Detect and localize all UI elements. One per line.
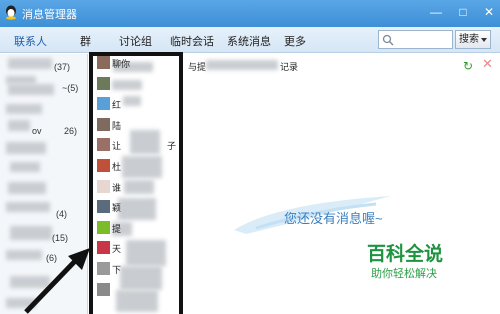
search-icon <box>382 34 394 46</box>
tab-system-messages[interactable]: 系统消息 <box>227 33 271 49</box>
window-title: 消息管理器 <box>22 9 77 21</box>
group-count: (4) <box>56 209 67 219</box>
tab-groups[interactable]: 群 <box>80 33 91 49</box>
delete-icon[interactable]: ✕ <box>482 57 494 70</box>
tab-temp-session[interactable]: 临时会话 <box>170 33 214 49</box>
highlight-frame <box>89 52 183 314</box>
tab-contacts[interactable]: 联系人 <box>14 33 47 49</box>
record-title-prefix: 与提 <box>188 62 207 72</box>
watermark-subtitle: 助你轻松解决 <box>371 268 437 280</box>
group-count: 26) <box>64 126 78 136</box>
close-button[interactable]: ✕ <box>481 5 497 19</box>
watermark-title: 百科全说 <box>367 244 444 265</box>
search-button[interactable]: 搜索 <box>455 30 491 49</box>
tab-bar: 联系人 群 讨论组 临时会话 系统消息 更多 搜索 <box>0 27 500 53</box>
maximize-button[interactable]: □ <box>455 5 471 19</box>
search-button-label: 搜索 <box>459 34 479 45</box>
record-title-suffix: 记录 <box>280 62 299 72</box>
group-count: (15) <box>52 233 69 243</box>
refresh-icon[interactable]: ↻ <box>463 60 475 72</box>
group-count: ~(5) <box>62 83 79 93</box>
group-count: (37) <box>54 62 71 72</box>
qq-penguin-icon <box>6 5 16 20</box>
message-pane <box>184 54 500 314</box>
arrow-annotation-icon <box>24 248 90 314</box>
tab-discussion[interactable]: 讨论组 <box>119 33 152 49</box>
tab-more[interactable]: 更多 <box>284 33 306 49</box>
search-input[interactable] <box>378 30 453 49</box>
chevron-down-icon <box>481 38 487 42</box>
title-bar: 消息管理器 — □ ✕ <box>0 0 500 27</box>
empty-state-message: 您还没有消息喔~ <box>284 211 383 226</box>
minimize-button[interactable]: — <box>428 5 444 19</box>
